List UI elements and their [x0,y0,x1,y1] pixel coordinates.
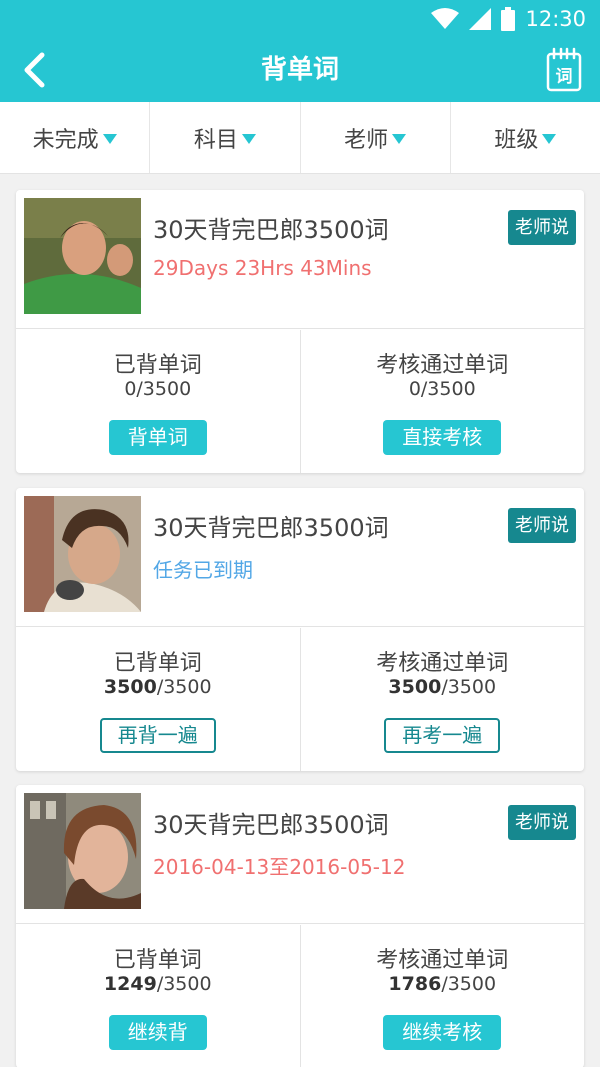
teacher-says-badge[interactable]: 老师说 [508,210,576,245]
passed-total: /3500 [420,378,476,400]
task-stats: 已背单词 1249/3500 继续背 考核通过单词 1786/3500 继续考核 [16,925,584,1067]
teacher-says-badge[interactable]: 老师说 [508,805,576,840]
task-card[interactable]: 30天背完巴郎3500词 29Days 23Hrs 43Mins 老师说 已背单… [16,190,584,473]
passed-done: 0 [408,378,421,400]
task-stats: 已背单词 0/3500 背单词 考核通过单词 0/3500 直接考核 [16,330,584,473]
memorized-label: 已背单词 [113,948,202,973]
memorized-done: 1249 [103,973,157,995]
dropdown-triangle-icon [241,133,256,144]
memorize-button[interactable]: 背单词 [108,420,207,455]
passed-label: 考核通过单词 [376,948,509,973]
task-title: 30天背完巴郎3500词 [153,514,389,542]
memorized-count: 3500/3500 [16,676,300,698]
vocabulary-book-icon-label: 词 [556,67,573,87]
passed-count: 0/3500 [301,378,585,400]
dropdown-triangle-icon [102,133,117,144]
task-title: 30天背完巴郎3500词 [153,811,389,839]
avatar [24,496,141,612]
passed-total: /3500 [441,676,497,698]
task-card[interactable]: 30天背完巴郎3500词 任务已到期 老师说 已背单词 3500/3500 再背… [16,488,584,771]
vocabulary-book-button[interactable]: 词 [542,46,586,94]
passed-done: 1786 [388,973,442,995]
passed-label: 考核通过单词 [376,353,509,378]
memorized-done: 0 [124,378,137,400]
filter-bar: 未完成 科目 老师 班级 [0,102,600,174]
filter-status-label: 未完成 [32,127,99,153]
task-card-header: 30天背完巴郎3500词 2016-04-13至2016-05-12 老师说 [16,785,584,924]
wifi-icon [431,8,460,29]
teacher-says-badge[interactable]: 老师说 [508,508,576,543]
dropdown-triangle-icon [542,133,557,144]
task-date-range: 2016-04-13至2016-05-12 [153,855,406,879]
filter-class-label: 班级 [494,127,539,153]
test-directly-button[interactable]: 直接考核 [383,420,502,455]
continue-memorize-button[interactable]: 继续背 [108,1015,207,1050]
memorized-count: 0/3500 [16,378,300,400]
task-card-header: 30天背完巴郎3500词 29Days 23Hrs 43Mins 老师说 [16,190,584,329]
battery-icon [501,7,516,31]
test-again-button[interactable]: 再考一遍 [384,718,501,753]
passed-done: 3500 [388,676,442,698]
memorized-total: /3500 [156,973,212,995]
memorized-column: 已背单词 3500/3500 再背一遍 [16,628,301,771]
dropdown-triangle-icon [392,133,407,144]
memorized-column: 已背单词 0/3500 背单词 [16,330,301,473]
vocabulary-book-icon: 词 [546,47,582,92]
passed-column: 考核通过单词 3500/3500 再考一遍 [301,628,585,771]
memorized-total: /3500 [156,676,212,698]
avatar [24,793,141,909]
memorized-label: 已背单词 [113,353,202,378]
memorized-total: /3500 [136,378,192,400]
continue-test-button[interactable]: 继续考核 [383,1015,502,1050]
passed-column: 考核通过单词 1786/3500 继续考核 [301,925,585,1067]
cell-signal-icon [469,8,492,30]
status-time: 12:30 [525,7,586,31]
memorized-done: 3500 [103,676,157,698]
page-title: 背单词 [260,55,339,85]
task-title: 30天背完巴郎3500词 [153,216,389,244]
passed-count: 1786/3500 [301,973,585,995]
memorized-column: 已背单词 1249/3500 继续背 [16,925,301,1067]
filter-subject[interactable]: 科目 [150,102,301,173]
filter-teacher[interactable]: 老师 [301,102,451,173]
memorize-again-button[interactable]: 再背一遍 [99,718,216,753]
memorized-count: 1249/3500 [16,973,300,995]
task-card[interactable]: 30天背完巴郎3500词 2016-04-13至2016-05-12 老师说 已… [16,785,584,1067]
filter-teacher-label: 老师 [344,127,389,153]
filter-subject-label: 科目 [193,127,238,153]
task-card-header: 30天背完巴郎3500词 任务已到期 老师说 [16,488,584,627]
passed-total: /3500 [441,973,497,995]
app-bar: 背单词 词 [0,38,600,102]
avatar [24,198,141,314]
task-expired-status: 任务已到期 [153,558,253,582]
passed-label: 考核通过单词 [376,651,509,676]
filter-status[interactable]: 未完成 [0,102,151,173]
task-stats: 已背单词 3500/3500 再背一遍 考核通过单词 3500/3500 再考一… [16,628,584,771]
status-bar: 12:30 [0,0,600,38]
passed-column: 考核通过单词 0/3500 直接考核 [301,330,585,473]
passed-count: 3500/3500 [301,676,585,698]
memorized-label: 已背单词 [113,651,202,676]
filter-class[interactable]: 班级 [451,102,600,173]
task-countdown: 29Days 23Hrs 43Mins [153,256,372,280]
status-icons: 12:30 [431,6,586,32]
